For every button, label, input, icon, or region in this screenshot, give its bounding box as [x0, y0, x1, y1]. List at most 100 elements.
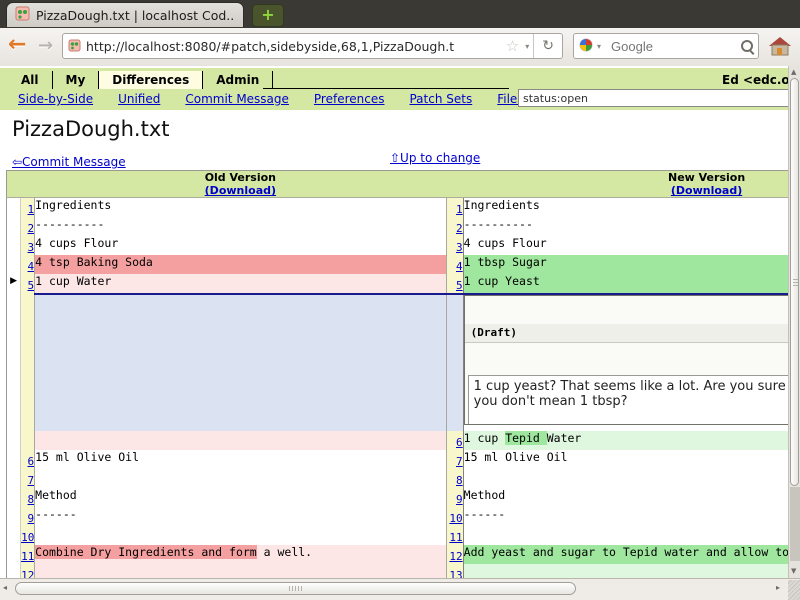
- new-line-text: 15 ml Olive Oil: [463, 450, 788, 469]
- magnifier-icon[interactable]: [741, 40, 753, 52]
- old-line-number[interactable]: 4: [28, 260, 35, 273]
- menu-link-patch-sets[interactable]: Patch Sets: [409, 92, 472, 106]
- vertical-scroll-thumb[interactable]: [790, 78, 799, 486]
- new-line-text: [463, 526, 788, 545]
- menu-link-unified[interactable]: Unified: [118, 92, 160, 106]
- new-line-text: ------: [463, 507, 788, 526]
- old-line-text: ----------: [35, 217, 446, 236]
- new-line-number[interactable]: 12: [449, 550, 462, 563]
- old-line-text: 1 cup Water: [35, 274, 446, 294]
- old-line-number[interactable]: 8: [28, 493, 35, 506]
- menu-divider: [263, 88, 509, 89]
- old-line-number[interactable]: 5: [28, 279, 35, 292]
- new-line-text: 1 cup Yeast: [463, 274, 788, 294]
- old-line-number[interactable]: 2: [28, 222, 35, 235]
- browser-toolbar: ← → http://localhost:8080/#patch,sidebys…: [0, 28, 800, 67]
- new-line-number[interactable]: 11: [449, 531, 462, 544]
- new-download-link[interactable]: (Download): [671, 184, 742, 197]
- new-line-number[interactable]: 8: [456, 474, 463, 487]
- diff-row: 34 cups Flour34 cups Flour: [7, 236, 789, 255]
- scroll-down-icon[interactable]: ▼: [791, 567, 796, 575]
- old-line-number[interactable]: 9: [28, 512, 35, 525]
- diff-row: (Draft) 1 cup yeast? That seems like a l…: [7, 294, 789, 431]
- old-download-link[interactable]: (Download): [205, 184, 276, 197]
- menu-link-commit-message[interactable]: Commit Message: [185, 92, 289, 106]
- diff-row: 11Combine Dry Ingredients and form a wel…: [7, 545, 789, 564]
- new-line-text: ----------: [463, 217, 788, 236]
- comment-filler: [35, 294, 446, 431]
- old-line-text: Method: [35, 488, 446, 507]
- browser-tab-bar: PizzaDough.txt | localhost Cod... +: [0, 0, 800, 29]
- scroll-left-icon[interactable]: ◂: [3, 583, 7, 592]
- menu-tab-admin[interactable]: Admin: [203, 71, 273, 89]
- new-line-number[interactable]: 10: [449, 512, 462, 525]
- diff-row: 10 11: [7, 526, 789, 545]
- old-line-number[interactable]: 12: [21, 569, 34, 578]
- new-line-text: Add yeast and sugar to Tepid water and a…: [463, 545, 788, 564]
- web-search-input[interactable]: [609, 38, 741, 55]
- menu-link-preferences[interactable]: Preferences: [314, 92, 385, 106]
- old-line-text: 15 ml Olive Oil: [35, 450, 446, 469]
- new-line-number[interactable]: 1: [456, 203, 463, 216]
- horizontal-scrollbar[interactable]: ◂ ▸: [0, 578, 800, 600]
- menu-tab-all[interactable]: All: [8, 71, 53, 89]
- browser-tab[interactable]: PizzaDough.txt | localhost Cod...: [6, 2, 244, 27]
- gerrit-menu-tabs: AllMyDifferencesAdmin: [8, 71, 273, 89]
- new-line-number[interactable]: 5: [456, 279, 463, 292]
- horizontal-scroll-thumb[interactable]: [15, 582, 576, 595]
- new-line-text: 1 cup Tepid Water: [463, 431, 788, 450]
- up-to-change-link[interactable]: ⇧Up to change: [390, 151, 480, 165]
- new-tab-button[interactable]: +: [252, 4, 284, 27]
- old-line-number[interactable]: 10: [21, 531, 34, 544]
- diff-row: 9------10------: [7, 507, 789, 526]
- new-line-number[interactable]: 3: [456, 241, 463, 254]
- search-bar[interactable]: ▾: [573, 33, 759, 59]
- reload-icon[interactable]: ↻: [533, 34, 562, 58]
- diff-row: 78: [7, 469, 789, 488]
- diff-table-body: 1Ingredients1Ingredients2----------2----…: [7, 198, 789, 579]
- url-text[interactable]: http://localhost:8080/#patch,sidebyside,…: [86, 39, 504, 54]
- old-line-number[interactable]: 3: [28, 241, 35, 254]
- new-line-number[interactable]: 9: [456, 493, 463, 506]
- draft-comment-textarea[interactable]: 1 cup yeast? That seems like a lot. Are …: [468, 375, 788, 425]
- bookmark-star-icon[interactable]: ☆: [504, 37, 521, 55]
- new-line-number[interactable]: 4: [456, 260, 463, 273]
- forward-button-icon[interactable]: →: [38, 35, 53, 56]
- gerrit-favicon-icon: [15, 6, 30, 25]
- url-bar[interactable]: http://localhost:8080/#patch,sidebyside,…: [62, 33, 563, 59]
- new-line-number[interactable]: 13: [449, 569, 462, 578]
- draft-label: (Draft): [465, 324, 788, 343]
- menu-link-side-by-side[interactable]: Side-by-Side: [18, 92, 93, 106]
- plus-icon: +: [261, 5, 274, 24]
- old-line-number[interactable]: 1: [28, 203, 35, 216]
- old-line-number[interactable]: 11: [21, 550, 34, 563]
- diff-row: 44 tsp Baking Soda41 tbsp Sugar: [7, 255, 789, 274]
- old-line-text: [35, 431, 446, 450]
- new-line-number[interactable]: 7: [456, 455, 463, 468]
- old-line-text: Combine Dry Ingredients and form a well.: [35, 545, 446, 564]
- scroll-up-icon[interactable]: ▲: [791, 68, 796, 76]
- gerrit-search-input[interactable]: [518, 89, 788, 107]
- gerrit-page: AllMyDifferencesAdmin Ed <edc.op Side-by…: [0, 66, 788, 578]
- url-dropdown-icon[interactable]: ▾: [521, 42, 533, 51]
- vertical-scrollbar[interactable]: ▲ ▼: [788, 66, 800, 578]
- old-line-text: Ingredients: [35, 198, 446, 218]
- back-button-icon[interactable]: ←: [8, 32, 26, 57]
- new-line-text: [463, 564, 788, 578]
- new-line-text: [463, 469, 788, 488]
- diff-row: 1Ingredients1Ingredients: [7, 198, 789, 218]
- search-engine-dropdown-icon[interactable]: ▾: [593, 42, 605, 51]
- old-line-number[interactable]: 6: [28, 455, 35, 468]
- home-icon[interactable]: [768, 34, 792, 62]
- menu-tab-my[interactable]: My: [53, 71, 100, 89]
- menu-tab-differences[interactable]: Differences: [99, 71, 203, 89]
- new-line-number[interactable]: 6: [456, 436, 463, 449]
- old-line-number[interactable]: 7: [28, 474, 35, 487]
- new-line-text: Method: [463, 488, 788, 507]
- current-line-cursor: ▶: [10, 276, 17, 286]
- gerrit-content: PizzaDough.txt ⇦Commit Message ⇧Up to ch…: [0, 117, 788, 578]
- commit-message-link[interactable]: ⇦Commit Message: [12, 155, 126, 169]
- new-line-number[interactable]: 2: [456, 222, 463, 235]
- scroll-right-icon[interactable]: ▸: [776, 583, 780, 592]
- resize-grip: [788, 580, 800, 600]
